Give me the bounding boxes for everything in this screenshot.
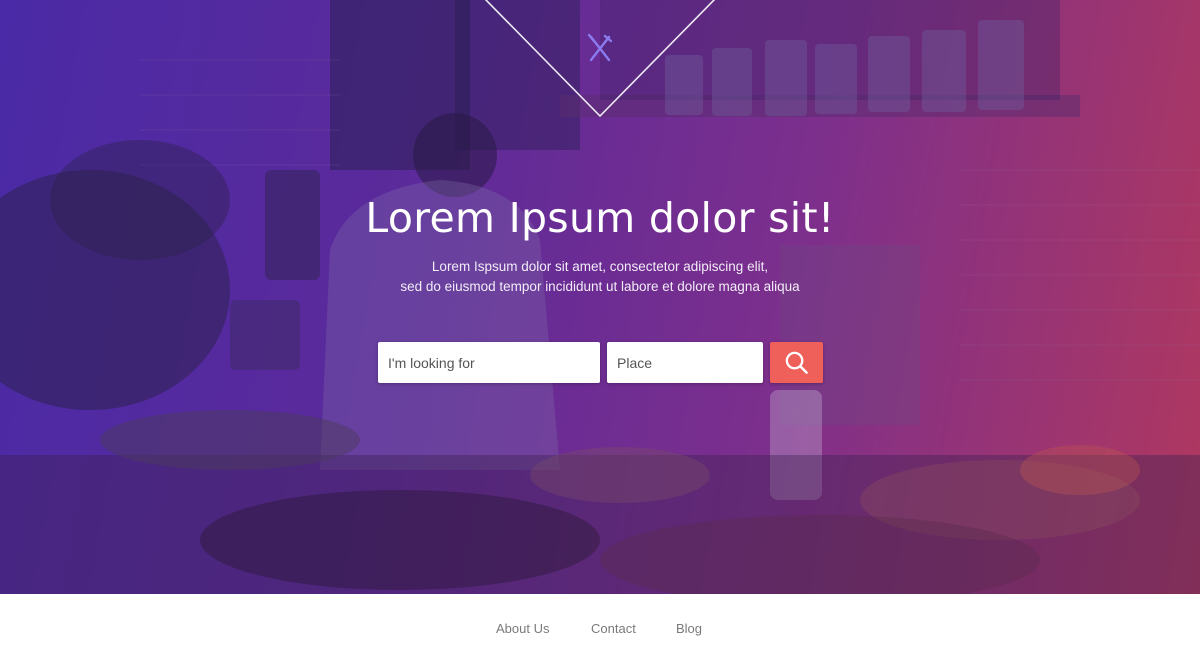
place-input[interactable] xyxy=(607,342,763,383)
fork-knife-icon[interactable] xyxy=(587,33,613,63)
looking-for-input[interactable] xyxy=(378,342,600,383)
hero-section: Lorem Ipsum dolor sit! Lorem Ispsum dolo… xyxy=(0,0,1200,594)
search-button[interactable] xyxy=(770,342,823,383)
footer-link-about-us[interactable]: About Us xyxy=(496,621,549,636)
footer-link-contact[interactable]: Contact xyxy=(591,621,636,636)
search-icon xyxy=(785,351,808,374)
hero-subtitle-line-1: Lorem Ispsum dolor sit amet, consectetor… xyxy=(431,259,769,274)
footer-link-blog[interactable]: Blog xyxy=(676,621,702,636)
hero-subtitle-line-2: sed do eiusmod tempor incididunt ut labo… xyxy=(400,278,800,294)
hero-subtitle: Lorem Ispsum dolor sit amet, consectetor… xyxy=(300,257,900,296)
hero-title: Lorem Ipsum dolor sit! xyxy=(365,194,835,242)
footer-nav: About Us Contact Blog xyxy=(0,594,1200,660)
